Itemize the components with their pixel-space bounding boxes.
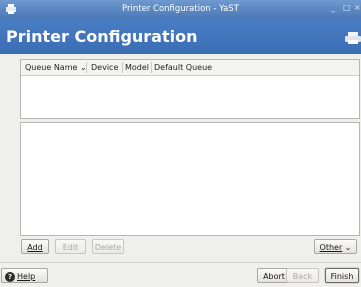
header-banner: Printer Configuration [0, 19, 361, 54]
add-button[interactable]: Add [21, 239, 49, 254]
details-pane[interactable] [20, 122, 360, 236]
other-button-label: Other [319, 243, 343, 252]
help-icon: ? [5, 271, 15, 282]
column-divider[interactable] [86, 62, 87, 73]
delete-button-label: Delete [94, 243, 122, 252]
column-label: Queue Name [25, 63, 78, 72]
button-row-divider [0, 262, 361, 263]
window-title: Printer Configuration - YaST [122, 4, 239, 14]
add-button-label: Add [27, 243, 43, 252]
back-button[interactable]: Back [286, 268, 319, 283]
abort-button-label: Abort [263, 272, 285, 281]
table-header: Queue Name ⌄ Device Model Default Queue [21, 60, 359, 76]
delete-button[interactable]: Delete [92, 239, 124, 254]
back-button-label: Back [292, 272, 313, 281]
finish-button-label: Finish [330, 272, 354, 281]
chevron-down-icon: ⌄ [344, 243, 352, 252]
column-header-model[interactable]: Model [125, 63, 149, 72]
finish-button[interactable]: Finish [325, 268, 359, 283]
help-button[interactable]: ? Help [1, 268, 48, 283]
column-divider[interactable] [122, 62, 123, 73]
other-menu-button[interactable]: Other ⌄ [314, 239, 357, 254]
window-titlebar[interactable]: Printer Configuration - YaST _ □ × [0, 0, 361, 19]
printer-icon [345, 32, 361, 44]
maximize-button[interactable]: □ [343, 3, 351, 12]
edit-button[interactable]: Edit [55, 239, 86, 254]
edit-button-label: Edit [62, 243, 79, 252]
page-title: Printer Configuration [6, 27, 198, 46]
minimize-button[interactable]: _ [331, 3, 335, 12]
column-header-queue-name[interactable]: Queue Name ⌄ [25, 63, 87, 72]
column-header-device[interactable]: Device [91, 63, 118, 72]
close-button[interactable]: × [354, 3, 361, 12]
help-button-label: Help [17, 272, 36, 281]
queue-table[interactable]: Queue Name ⌄ Device Model Default Queue [20, 59, 360, 119]
column-divider[interactable] [151, 62, 152, 73]
column-header-default-queue[interactable]: Default Queue [154, 63, 212, 72]
